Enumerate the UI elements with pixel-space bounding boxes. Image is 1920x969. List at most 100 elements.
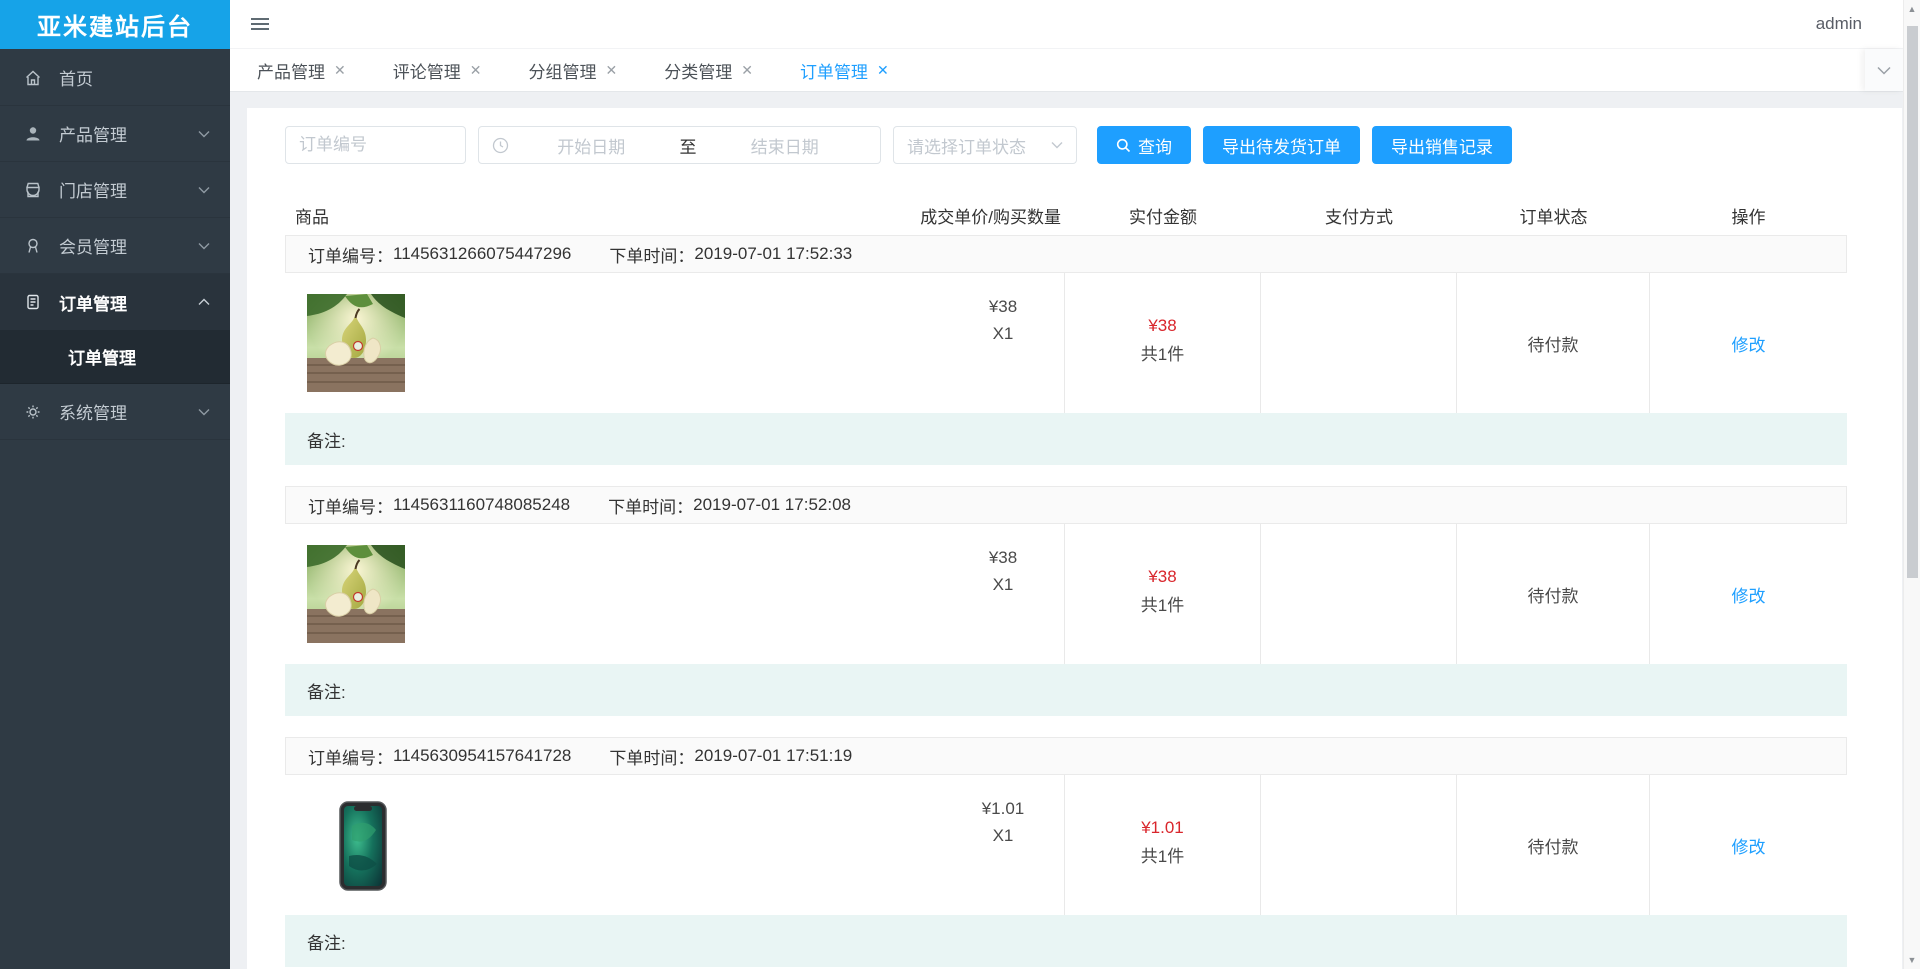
order-no-label: 订单编号： (308, 748, 393, 768)
sidebar-item-label: 会员管理 (59, 238, 127, 257)
tab-products[interactable]: 产品管理 ✕ (247, 49, 356, 91)
col-actions: 操作 (1731, 208, 1766, 227)
sidebar-item-home[interactable]: 首页 (0, 50, 230, 106)
search-button[interactable]: 查询 (1097, 126, 1191, 164)
close-icon[interactable]: ✕ (470, 62, 482, 79)
close-icon[interactable]: ✕ (741, 62, 753, 79)
unit-price: ¥38 (988, 548, 1018, 567)
order-status-cell: 待付款 (1457, 775, 1650, 915)
order-no: 1145630954157641728 (393, 746, 572, 765)
status-badge: 待付款 (1527, 335, 1579, 355)
app-logo: 亚米建站后台 (0, 0, 230, 49)
paid-amount: ¥1.01 (1141, 818, 1184, 837)
order-group: 订单编号： 1145631160748085248 下单时间： 2019-07-… (285, 486, 1847, 716)
close-icon[interactable]: ✕ (877, 62, 889, 79)
product-cell: ¥38 X1 (285, 524, 1065, 664)
date-separator: 至 (679, 137, 697, 157)
chevron-down-icon (1051, 141, 1063, 149)
unit-price-quantity: ¥38 X1 (948, 293, 1058, 347)
actions-cell: 修改 (1650, 524, 1847, 664)
chevron-down-icon (198, 130, 210, 138)
sidebar-item-system[interactable]: 系统管理 (0, 384, 230, 440)
quantity: X1 (992, 324, 1014, 343)
order-no: 1145631266075447296 (393, 244, 572, 263)
sidebar-item-members[interactable]: 会员管理 (0, 218, 230, 274)
scrollbar-thumb[interactable] (1907, 26, 1918, 578)
sidebar-item-label: 订单管理 (59, 294, 127, 314)
remark-label: 备注: (307, 431, 346, 451)
order-no: 1145631160748085248 (393, 495, 571, 514)
unit-price-quantity: ¥38 X1 (948, 544, 1058, 598)
export-sales-button[interactable]: 导出销售记录 (1372, 126, 1512, 164)
close-icon[interactable]: ✕ (334, 62, 346, 79)
search-icon (1116, 138, 1131, 153)
product-cell: ¥1.01 X1 (285, 775, 1065, 915)
order-row: ¥1.01 X1 ¥1.01 共1件 待付款 修改 (285, 775, 1847, 915)
order-header: 订单编号： 1145631266075447296 下单时间： 2019-07-… (285, 235, 1847, 273)
gear-icon (24, 403, 46, 421)
sidebar-subitem-orders[interactable]: 订单管理 (0, 330, 230, 384)
unit-price-quantity: ¥1.01 X1 (948, 795, 1058, 849)
user-menu[interactable]: admin (1816, 14, 1862, 34)
unit-price: ¥1.01 (981, 799, 1025, 818)
sidebar-item-orders[interactable]: 订单管理 (0, 274, 230, 330)
home-icon (24, 69, 46, 87)
col-pay-method: 支付方式 (1325, 208, 1393, 227)
vertical-scrollbar[interactable]: ▲ ▼ (1903, 0, 1920, 969)
table-header: 商品 成交单价/购买数量 实付金额 支付方式 订单状态 操作 (285, 196, 1847, 235)
quantity: X1 (992, 575, 1014, 594)
order-header: 订单编号： 1145631160748085248 下单时间： 2019-07-… (285, 486, 1847, 524)
modify-link[interactable]: 修改 (1732, 331, 1766, 356)
quantity: X1 (992, 826, 1014, 845)
modify-link[interactable]: 修改 (1732, 833, 1766, 858)
close-icon[interactable]: ✕ (605, 62, 617, 79)
order-row: ¥38 X1 ¥38 共1件 待付款 修改 (285, 273, 1847, 413)
sidebar-item-stores[interactable]: 门店管理 (0, 162, 230, 218)
tab-orders[interactable]: 订单管理 ✕ (790, 49, 899, 91)
menu-toggle-icon[interactable] (251, 15, 271, 33)
date-range-picker[interactable]: 开始日期 至 结束日期 (478, 126, 881, 164)
order-status-cell: 待付款 (1457, 273, 1650, 413)
order-no-input[interactable] (285, 126, 466, 164)
tab-label: 分类管理 (664, 62, 733, 82)
chevron-down-icon (198, 408, 210, 416)
order-time-label: 下单时间： (609, 748, 695, 768)
main-area: admin 产品管理 ✕ 评论管理 ✕ 分组管理 ✕ 分类管理 ✕ 订单管理 ✕ (230, 0, 1920, 969)
order-row: ¥38 X1 ¥38 共1件 待付款 修改 (285, 524, 1847, 664)
sidebar-item-products[interactable]: 产品管理 (0, 106, 230, 162)
status-placeholder: 请选择订单状态 (907, 137, 1026, 157)
order-header: 订单编号： 1145630954157641728 下单时间： 2019-07-… (285, 737, 1847, 775)
order-icon (24, 293, 46, 311)
member-icon (24, 237, 46, 255)
order-remark: 备注: (285, 413, 1847, 465)
export-pending-button[interactable]: 导出待发货订单 (1203, 126, 1360, 164)
pay-method-cell (1261, 273, 1457, 413)
pay-method-cell (1261, 524, 1457, 664)
paid-count: 共1件 (1140, 847, 1185, 866)
tab-comments[interactable]: 评论管理 ✕ (383, 49, 492, 91)
tab-categories[interactable]: 分类管理 ✕ (654, 49, 763, 91)
sidebar-subitem-label: 订单管理 (68, 349, 136, 368)
actions-cell: 修改 (1650, 775, 1847, 915)
sidebar-item-label: 产品管理 (59, 126, 127, 145)
sidebar-item-label: 首页 (59, 70, 93, 89)
tab-overflow-button[interactable] (1865, 49, 1903, 91)
pay-method-cell (1261, 775, 1457, 915)
tab-groups[interactable]: 分组管理 ✕ (518, 49, 627, 91)
paid-amount: ¥38 (1148, 316, 1177, 335)
scroll-down-icon[interactable]: ▼ (1904, 952, 1920, 968)
user-icon (24, 125, 46, 143)
modify-link[interactable]: 修改 (1732, 582, 1766, 607)
order-status-select[interactable]: 请选择订单状态 (893, 126, 1077, 164)
paid-count: 共1件 (1140, 596, 1185, 615)
order-time-label: 下单时间： (609, 246, 695, 266)
store-icon (24, 181, 46, 199)
tab-label: 产品管理 (257, 62, 325, 82)
scroll-up-icon[interactable]: ▲ (1904, 1, 1920, 17)
chevron-up-icon (198, 298, 210, 306)
iphone-product-photo (307, 796, 405, 894)
col-paid-amount: 实付金额 (1129, 208, 1197, 227)
remark-label: 备注: (307, 933, 346, 953)
paid-amount-cell: ¥1.01 共1件 (1065, 775, 1261, 915)
tab-label: 分组管理 (528, 62, 597, 82)
